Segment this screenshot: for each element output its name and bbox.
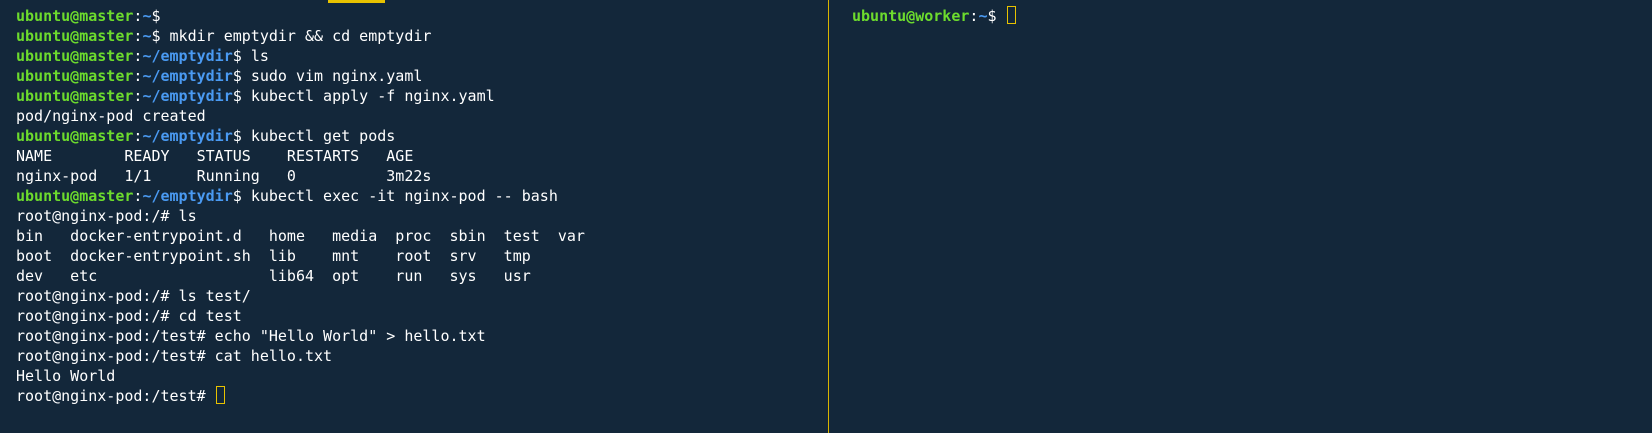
output-text: bin docker-entrypoint.d home media proc … bbox=[16, 227, 585, 245]
prompt-symbol: $ bbox=[987, 7, 1006, 25]
output-text: Hello World bbox=[16, 367, 116, 385]
output-line: root@nginx-pod:/# cd test bbox=[16, 306, 816, 326]
output-line: bin docker-entrypoint.d home media proc … bbox=[16, 226, 816, 246]
prompt-path: ~/emptydir bbox=[142, 87, 233, 105]
output-text: root@nginx-pod:/test# bbox=[16, 387, 215, 405]
prompt-line: ubuntu@master:~/emptydir$ ls bbox=[16, 46, 816, 66]
prompt-line: ubuntu@master:~$ mkdir emptydir && cd em… bbox=[16, 26, 816, 46]
output-line: NAME READY STATUS RESTARTS AGE bbox=[16, 146, 816, 166]
command-text: mkdir emptydir && cd emptydir bbox=[169, 27, 432, 45]
output-text: nginx-pod 1/1 Running 0 3m22s bbox=[16, 167, 432, 185]
output-line: Hello World bbox=[16, 366, 816, 386]
prompt-line: ubuntu@master:~/emptydir$ kubectl apply … bbox=[16, 86, 816, 106]
output-line: dev etc lib64 opt run sys usr bbox=[16, 266, 816, 286]
command-text: ls bbox=[250, 47, 269, 65]
prompt-line: ubuntu@master:~/emptydir$ kubectl exec -… bbox=[16, 186, 816, 206]
output-line: root@nginx-pod:/test# cat hello.txt bbox=[16, 346, 816, 366]
prompt-user: ubuntu@worker bbox=[852, 7, 970, 25]
output-line: root@nginx-pod:/test# bbox=[16, 386, 816, 406]
output-line: root@nginx-pod:/test# echo "Hello World"… bbox=[16, 326, 816, 346]
command-text: kubectl get pods bbox=[250, 127, 396, 145]
output-line: nginx-pod 1/1 Running 0 3m22s bbox=[16, 166, 816, 186]
prompt-symbol: $ bbox=[232, 87, 251, 105]
output-line: boot docker-entrypoint.sh lib mnt root s… bbox=[16, 246, 816, 266]
prompt-line: ubuntu@master:~/emptydir$ kubectl get po… bbox=[16, 126, 816, 146]
prompt-symbol: $ bbox=[232, 187, 251, 205]
terminal-output-worker: ubuntu@worker:~$ bbox=[852, 6, 1642, 26]
output-text: pod/nginx-pod created bbox=[16, 107, 206, 125]
text-cursor[interactable] bbox=[1006, 6, 1016, 24]
prompt-symbol: $ bbox=[232, 67, 251, 85]
prompt-symbol: $ bbox=[232, 127, 251, 145]
output-line: root@nginx-pod:/# ls bbox=[16, 206, 816, 226]
terminal-output-master: ubuntu@master:~$ ubuntu@master:~$ mkdir … bbox=[16, 6, 816, 406]
prompt-path: ~/emptydir bbox=[142, 67, 233, 85]
output-text: NAME READY STATUS RESTARTS AGE bbox=[16, 147, 414, 165]
output-text: dev etc lib64 opt run sys usr bbox=[16, 267, 531, 285]
output-text: root@nginx-pod:/test# echo "Hello World"… bbox=[16, 327, 486, 345]
terminal-pane-master[interactable]: ubuntu@master:~$ ubuntu@master:~$ mkdir … bbox=[16, 6, 816, 433]
output-text: root@nginx-pod:/# ls bbox=[16, 207, 197, 225]
prompt-symbol: $ bbox=[151, 7, 170, 25]
terminal-pane-worker[interactable]: ubuntu@worker:~$ bbox=[852, 6, 1642, 433]
output-text: root@nginx-pod:/# ls test/ bbox=[16, 287, 251, 305]
prompt-user: ubuntu@master bbox=[16, 7, 134, 25]
command-text: kubectl apply -f nginx.yaml bbox=[250, 87, 495, 105]
text-cursor[interactable] bbox=[215, 386, 225, 404]
output-line: pod/nginx-pod created bbox=[16, 106, 816, 126]
prompt-symbol: $ bbox=[232, 47, 251, 65]
command-text: kubectl exec -it nginx-pod -- bash bbox=[250, 187, 558, 205]
command-text: sudo vim nginx.yaml bbox=[250, 67, 423, 85]
prompt-line: ubuntu@master:~/emptydir$ sudo vim nginx… bbox=[16, 66, 816, 86]
prompt-user: ubuntu@master bbox=[16, 187, 134, 205]
prompt-symbol: $ bbox=[151, 27, 170, 45]
terminal-window[interactable]: ubuntu@master:~$ ubuntu@master:~$ mkdir … bbox=[0, 0, 1652, 433]
output-text: root@nginx-pod:/test# cat hello.txt bbox=[16, 347, 333, 365]
prompt-user: ubuntu@master bbox=[16, 127, 134, 145]
prompt-line: ubuntu@worker:~$ bbox=[852, 6, 1642, 26]
prompt-user: ubuntu@master bbox=[16, 67, 134, 85]
prompt-user: ubuntu@master bbox=[16, 87, 134, 105]
prompt-user: ubuntu@master bbox=[16, 47, 134, 65]
output-text: boot docker-entrypoint.sh lib mnt root s… bbox=[16, 247, 531, 265]
output-text: root@nginx-pod:/# cd test bbox=[16, 307, 242, 325]
prompt-user: ubuntu@master bbox=[16, 27, 134, 45]
output-line: root@nginx-pod:/# ls test/ bbox=[16, 286, 816, 306]
prompt-path: ~/emptydir bbox=[142, 47, 233, 65]
prompt-path: ~/emptydir bbox=[142, 127, 233, 145]
prompt-path: ~/emptydir bbox=[142, 187, 233, 205]
pane-divider[interactable] bbox=[828, 0, 829, 433]
active-tab-indicator bbox=[328, 0, 385, 3]
prompt-line: ubuntu@master:~$ bbox=[16, 6, 816, 26]
